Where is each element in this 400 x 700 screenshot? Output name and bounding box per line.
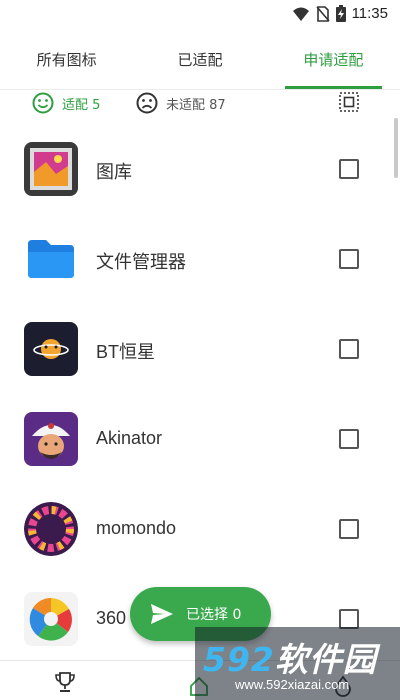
app-name: 图库 <box>96 162 132 182</box>
adapted-count-label: 适配 5 <box>62 97 101 113</box>
sad-icon <box>136 92 158 114</box>
list-scrollbar[interactable] <box>394 118 398 178</box>
app-checkbox[interactable] <box>339 339 359 359</box>
watermark: 592软件园 www.592xiazai.com <box>195 627 400 700</box>
app-checkbox[interactable] <box>339 159 359 179</box>
gallery-icon <box>24 142 78 196</box>
watermark-logo: 592软件园 <box>203 633 377 681</box>
selected-count-label: 已选择 0 <box>186 607 242 623</box>
tab-bar: 所有图标 已适配 申请适配 <box>0 30 400 90</box>
watermark-text: 软件园 <box>274 640 377 679</box>
folder-icon <box>24 232 78 286</box>
smile-icon <box>32 92 54 114</box>
genie-icon <box>24 412 78 466</box>
stats-row: 适配 5 未适配 87 <box>0 90 400 116</box>
no-sim-icon <box>315 5 330 22</box>
app-name: 文件管理器 <box>96 252 186 272</box>
status-bar: 11:35 <box>0 0 400 30</box>
360-icon <box>24 592 78 646</box>
app-checkbox[interactable] <box>339 519 359 539</box>
tab-all-icons[interactable]: 所有图标 <box>0 30 133 89</box>
status-time: 11:35 <box>351 5 388 22</box>
watermark-url: www.592xiazai.com <box>235 677 350 692</box>
adapted-stat: 适配 5 <box>32 92 100 114</box>
battery-charging-icon <box>335 5 346 22</box>
watermark-number: 592 <box>203 640 275 679</box>
wifi-icon <box>292 7 309 21</box>
tab-request-adapt[interactable]: 申请适配 <box>267 30 400 89</box>
list-item[interactable]: BT恒星 <box>0 306 400 396</box>
app-name: 360 <box>96 608 127 628</box>
send-icon <box>151 604 173 624</box>
tab-adapted[interactable]: 已适配 <box>133 30 266 89</box>
trophy-icon[interactable] <box>54 671 76 693</box>
list-item[interactable]: 文件管理器 <box>0 216 400 306</box>
app-name: BT恒星 <box>96 342 156 362</box>
app-name: momondo <box>96 518 177 538</box>
momondo-icon <box>24 502 78 556</box>
app-list: 图库 文件管理器 BT恒星 Akinator momondo 360 <box>0 116 400 660</box>
app-checkbox[interactable] <box>339 249 359 269</box>
app-checkbox[interactable] <box>339 609 359 629</box>
unadapted-count-label: 未适配 87 <box>166 97 226 113</box>
app-checkbox[interactable] <box>339 429 359 449</box>
list-item[interactable]: Akinator <box>0 396 400 486</box>
planet-icon <box>24 322 78 376</box>
select-all-icon[interactable] <box>338 91 360 113</box>
list-item[interactable]: momondo <box>0 486 400 576</box>
unadapted-stat: 未适配 87 <box>136 92 226 114</box>
app-name: Akinator <box>96 428 163 448</box>
list-item[interactable]: 图库 <box>0 126 400 216</box>
